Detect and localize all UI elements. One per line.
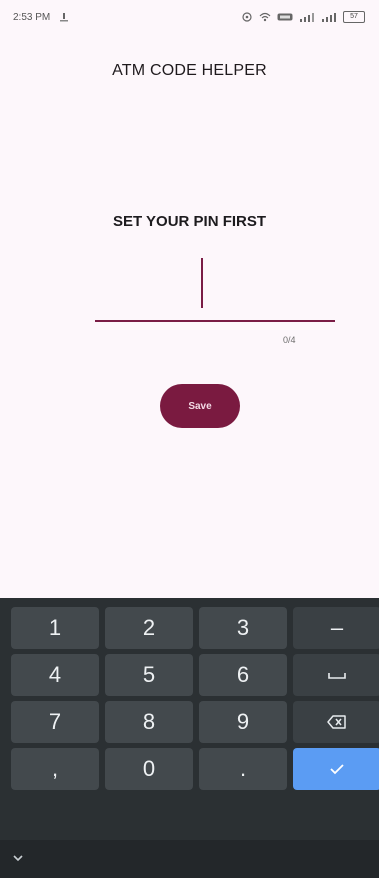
key-space[interactable] — [293, 654, 379, 696]
key-8[interactable]: 8 — [105, 701, 193, 743]
signal-icon — [321, 12, 337, 22]
hotspot-icon — [241, 12, 253, 22]
checkmark-icon — [329, 763, 345, 775]
save-button[interactable]: Save — [160, 384, 240, 428]
key-7[interactable]: 7 — [11, 701, 99, 743]
key-3[interactable]: 3 — [199, 607, 287, 649]
key-2[interactable]: 2 — [105, 607, 193, 649]
app-title: ATM CODE HELPER — [112, 62, 267, 79]
chevron-down-icon[interactable] — [8, 848, 28, 868]
status-right: 57 — [241, 11, 365, 23]
key-backspace[interactable] — [293, 701, 379, 743]
status-time: 2:53 PM — [13, 11, 51, 23]
pin-input[interactable] — [95, 250, 339, 322]
pin-field-underline — [95, 320, 335, 322]
character-counter: 0/4 — [283, 335, 296, 345]
numeric-keyboard: 1 2 3 – 4 5 6 7 8 9 , 0 . — [0, 598, 379, 878]
data-usage-icon — [58, 12, 70, 22]
battery-icon: 57 — [343, 11, 365, 23]
page-title: SET YOUR PIN FIRST — [112, 213, 267, 230]
status-bar: 2:53 PM 57 — [0, 0, 379, 34]
signal-icon — [299, 12, 315, 22]
key-comma[interactable]: , — [11, 748, 99, 790]
key-grid: 1 2 3 – 4 5 6 7 8 9 , 0 . — [11, 607, 379, 790]
vpn-icon — [277, 12, 293, 22]
key-1[interactable]: 1 — [11, 607, 99, 649]
key-5[interactable]: 5 — [105, 654, 193, 696]
key-0[interactable]: 0 — [105, 748, 193, 790]
wifi-icon — [259, 12, 271, 22]
key-period[interactable]: . — [199, 748, 287, 790]
space-bar-icon — [327, 670, 347, 680]
pin-field[interactable] — [95, 250, 339, 322]
keyboard-nav-bar — [0, 840, 379, 878]
key-9[interactable]: 9 — [199, 701, 287, 743]
text-cursor — [201, 258, 203, 308]
key-6[interactable]: 6 — [199, 654, 287, 696]
key-minus[interactable]: – — [293, 607, 379, 649]
key-done[interactable] — [293, 748, 379, 790]
status-left: 2:53 PM — [13, 12, 70, 23]
backspace-icon — [327, 715, 347, 729]
key-4[interactable]: 4 — [11, 654, 99, 696]
